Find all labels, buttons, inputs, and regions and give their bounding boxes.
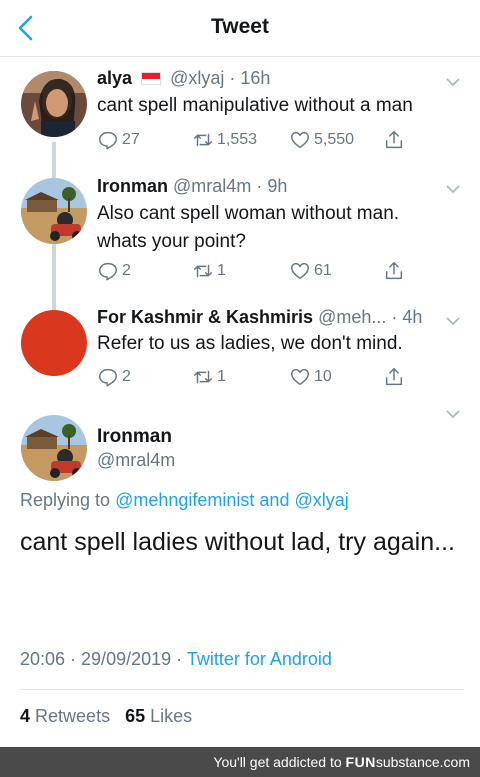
like-button[interactable]: 10 xyxy=(289,365,332,389)
indonesia-flag-icon xyxy=(141,72,162,85)
display-name[interactable]: Ironman xyxy=(97,426,172,448)
likes-label: Likes xyxy=(150,706,193,726)
chevron-down-icon[interactable] xyxy=(445,316,461,326)
tweet-header: Ironman @mral4m · 9h xyxy=(97,176,287,197)
retweet-button[interactable]: 1 xyxy=(192,259,226,283)
tweet-ironman[interactable]: Ironman @mral4m · 9h Also cant spell wom… xyxy=(0,176,480,296)
like-count: 61 xyxy=(314,262,332,279)
share-button[interactable] xyxy=(383,259,408,283)
focused-tweet: Ironman @mral4m xyxy=(0,405,480,745)
tweet-source[interactable]: Twitter for Android xyxy=(187,649,332,669)
retweets-count: 4 xyxy=(20,706,31,726)
watermark-text: You'll get addicted to FUNsubstance.com xyxy=(213,754,470,770)
handle[interactable]: @mral4m xyxy=(173,176,251,196)
display-name[interactable]: alya xyxy=(97,68,132,88)
retweet-button[interactable]: 1,553 xyxy=(192,128,257,152)
like-count: 5,550 xyxy=(314,131,355,148)
tweet-text: Refer to us as ladies, we don't mind. xyxy=(97,333,403,354)
watermark-prefix: You'll get addicted to xyxy=(213,754,342,770)
tweet-header: For Kashmir & Kashmiris @meh... · 4h xyxy=(97,307,422,328)
tweet-stats: 4 Retweets 65 Likes xyxy=(20,706,192,727)
retweets-stat[interactable]: 4 Retweets xyxy=(20,706,110,726)
heart-icon xyxy=(291,131,309,149)
reply-button[interactable]: 27 xyxy=(97,128,140,152)
date-time: 20:06 · 29/09/2019 · xyxy=(20,649,183,669)
tweet-actions: 2 1 61 xyxy=(97,259,417,283)
replying-to: Replying to @mehngifeminist and @xlyaj xyxy=(20,490,349,511)
retweet-icon xyxy=(194,133,212,147)
timestamp: · 9h xyxy=(256,176,288,196)
reply-icon xyxy=(99,368,117,387)
reply-icon xyxy=(99,131,117,150)
retweet-button[interactable]: 1 xyxy=(192,365,226,389)
watermark-bar: You'll get addicted to FUNsubstance.com xyxy=(0,747,480,777)
heart-icon xyxy=(291,368,309,386)
reply-count: 2 xyxy=(122,368,131,385)
like-button[interactable]: 5,550 xyxy=(289,128,354,152)
retweet-icon xyxy=(194,264,212,278)
reply-count: 27 xyxy=(122,131,140,148)
tweet-actions: 27 1,553 5,550 xyxy=(97,128,417,152)
retweet-count: 1 xyxy=(217,368,226,385)
chevron-down-icon[interactable] xyxy=(445,77,461,87)
tweet-actions: 2 1 10 xyxy=(97,365,417,389)
share-icon xyxy=(385,368,403,386)
divider xyxy=(20,689,464,690)
mention-mehngifeminist[interactable]: @mehngifeminist xyxy=(115,490,254,510)
replying-and[interactable]: and xyxy=(259,490,289,510)
top-bar: Tweet xyxy=(0,0,480,57)
share-icon xyxy=(385,131,403,149)
reply-icon xyxy=(99,262,117,281)
display-name[interactable]: For Kashmir & Kashmiris xyxy=(97,307,313,327)
tweet-header: alya @xlyaj · 16h xyxy=(97,68,270,89)
retweet-count: 1,553 xyxy=(217,131,258,148)
focused-tweet-text: cant spell ladies without lad, try again… xyxy=(20,528,455,556)
tweet-alya[interactable]: alya @xlyaj · 16h cant spell manipulativ… xyxy=(0,68,480,168)
mention-xlyaj[interactable]: @xlyaj xyxy=(294,490,348,510)
retweet-icon xyxy=(194,370,212,384)
timestamp: · 16h xyxy=(229,68,271,88)
handle[interactable]: @mral4m xyxy=(97,450,175,471)
reply-button[interactable]: 2 xyxy=(97,259,131,283)
tweet-text: Also cant spell woman without man. whats… xyxy=(97,203,400,252)
timestamp: · 4h xyxy=(391,307,423,327)
chevron-down-icon[interactable] xyxy=(445,409,461,419)
watermark-brand-rest: substance xyxy=(375,754,440,770)
avatar[interactable] xyxy=(21,71,87,137)
retweets-label: Retweets xyxy=(35,706,111,726)
tweet-timestamp: 20:06 · 29/09/2019 · Twitter for Android xyxy=(20,649,332,670)
avatar[interactable] xyxy=(21,310,87,376)
share-icon xyxy=(385,262,403,280)
reply-button[interactable]: 2 xyxy=(97,365,131,389)
like-button[interactable]: 61 xyxy=(289,259,332,283)
watermark-suffix: .com xyxy=(439,754,470,770)
like-count: 10 xyxy=(314,368,332,385)
tweet-text: cant spell manipulative without a man xyxy=(97,95,413,116)
likes-stat[interactable]: 65 Likes xyxy=(125,706,192,726)
watermark-brand-bold: FUN xyxy=(345,754,376,770)
retweet-count: 1 xyxy=(217,262,226,279)
avatar[interactable] xyxy=(21,178,87,244)
page-title: Tweet xyxy=(211,15,269,38)
chevron-down-icon[interactable] xyxy=(445,184,461,194)
tweet-kashmir[interactable]: For Kashmir & Kashmiris @meh... · 4h Ref… xyxy=(0,307,480,397)
share-button[interactable] xyxy=(383,365,408,389)
display-name[interactable]: Ironman xyxy=(97,176,168,196)
reply-count: 2 xyxy=(122,262,131,279)
heart-icon xyxy=(291,262,309,280)
handle[interactable]: @xlyaj xyxy=(170,68,224,88)
likes-count: 65 xyxy=(125,706,146,726)
avatar[interactable] xyxy=(21,415,87,481)
share-button[interactable] xyxy=(383,128,408,152)
handle[interactable]: @meh... xyxy=(318,307,386,327)
replying-prefix: Replying to xyxy=(20,490,111,510)
